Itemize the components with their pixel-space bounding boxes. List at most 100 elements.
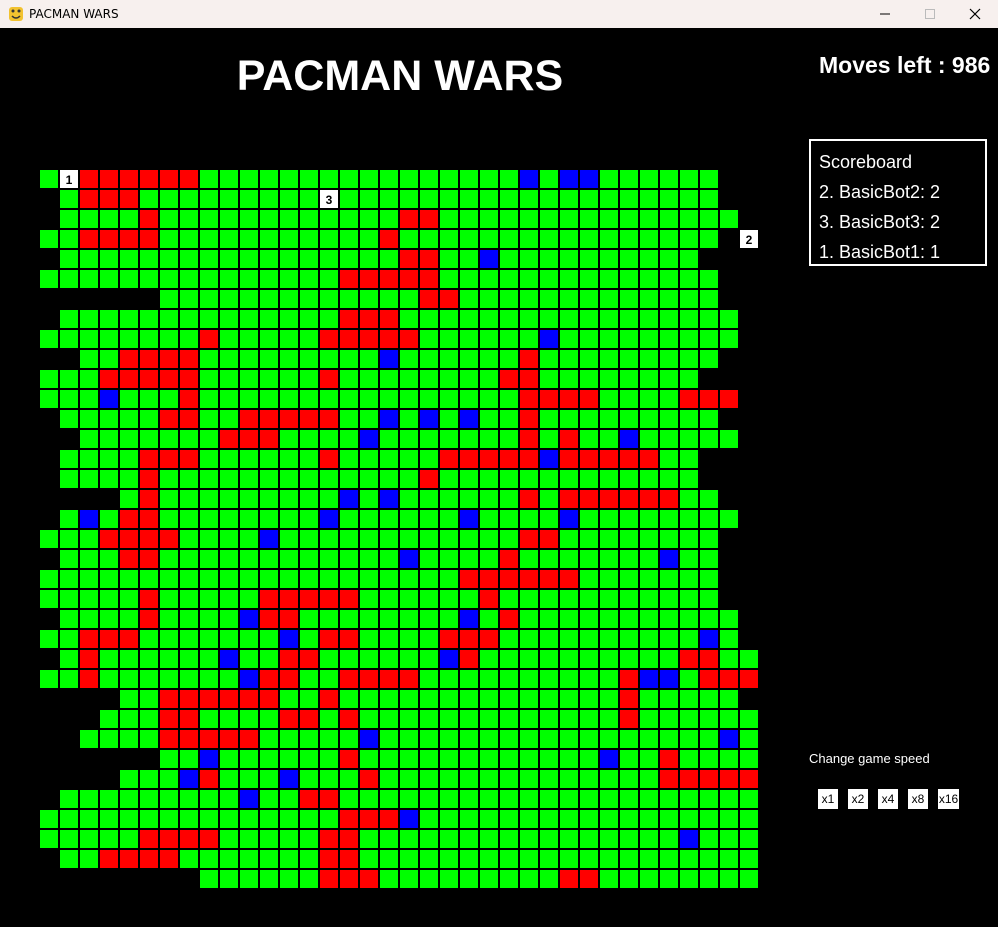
red-cell [498, 568, 520, 590]
speed-x16-button[interactable]: x16 [938, 789, 959, 809]
green-cell [38, 628, 60, 650]
green-cell [378, 168, 400, 190]
green-cell [498, 408, 520, 430]
green-cell [318, 528, 340, 550]
green-cell [498, 428, 520, 450]
green-cell [518, 868, 540, 890]
green-cell [378, 528, 400, 550]
red-cell [158, 528, 180, 550]
green-cell [478, 428, 500, 450]
green-cell [378, 728, 400, 750]
green-cell [218, 168, 240, 190]
green-cell [638, 828, 660, 850]
red-cell [238, 408, 260, 430]
green-cell [298, 188, 320, 210]
red-cell [178, 728, 200, 750]
green-cell [218, 788, 240, 810]
speed-x8-button[interactable]: x8 [908, 789, 928, 809]
red-cell [678, 648, 700, 670]
green-cell [638, 508, 660, 530]
green-cell [378, 468, 400, 490]
green-cell [278, 348, 300, 370]
red-cell [698, 648, 720, 670]
green-cell [378, 628, 400, 650]
green-cell [178, 668, 200, 690]
green-cell [198, 468, 220, 490]
green-cell [578, 268, 600, 290]
green-cell [638, 608, 660, 630]
green-cell [298, 768, 320, 790]
green-cell [438, 468, 460, 490]
green-cell [138, 668, 160, 690]
green-cell [318, 268, 340, 290]
green-cell [438, 388, 460, 410]
green-cell [598, 388, 620, 410]
blue-cell [218, 648, 240, 670]
green-cell [198, 188, 220, 210]
green-cell [498, 508, 520, 530]
green-cell [198, 448, 220, 470]
red-cell [98, 228, 120, 250]
green-cell [678, 248, 700, 270]
green-cell [538, 768, 560, 790]
red-cell [418, 288, 440, 310]
green-cell [698, 328, 720, 350]
speed-x4-button[interactable]: x4 [878, 789, 898, 809]
green-cell [658, 848, 680, 870]
green-cell [418, 548, 440, 570]
green-cell [638, 728, 660, 750]
green-cell [298, 328, 320, 350]
green-cell [198, 668, 220, 690]
green-cell [58, 308, 80, 330]
red-cell [658, 768, 680, 790]
green-cell [478, 228, 500, 250]
red-cell [238, 688, 260, 710]
green-cell [318, 748, 340, 770]
green-cell [198, 428, 220, 450]
green-cell [278, 468, 300, 490]
green-cell [678, 588, 700, 610]
green-cell [558, 848, 580, 870]
red-cell [358, 768, 380, 790]
green-cell [78, 588, 100, 610]
green-cell [518, 468, 540, 490]
green-cell [338, 648, 360, 670]
speed-x1-button[interactable]: x1 [818, 789, 838, 809]
green-cell [678, 848, 700, 870]
green-cell [378, 508, 400, 530]
green-cell [258, 488, 280, 510]
green-cell [418, 528, 440, 550]
green-cell [158, 288, 180, 310]
green-cell [638, 168, 660, 190]
green-cell [538, 288, 560, 310]
green-cell [198, 548, 220, 570]
green-cell [478, 688, 500, 710]
green-cell [498, 808, 520, 830]
red-cell [318, 408, 340, 430]
green-cell [498, 348, 520, 370]
green-cell [538, 228, 560, 250]
green-cell [218, 368, 240, 390]
red-cell [498, 548, 520, 570]
green-cell [718, 848, 740, 870]
green-cell [158, 428, 180, 450]
green-cell [338, 348, 360, 370]
green-cell [238, 708, 260, 730]
green-cell [158, 268, 180, 290]
green-cell [678, 308, 700, 330]
speed-x2-button[interactable]: x2 [848, 789, 868, 809]
red-cell [698, 668, 720, 690]
green-cell [238, 768, 260, 790]
green-cell [358, 288, 380, 310]
green-cell [538, 808, 560, 830]
green-cell [238, 748, 260, 770]
green-cell [178, 328, 200, 350]
green-cell [618, 268, 640, 290]
green-cell [558, 628, 580, 650]
green-cell [138, 728, 160, 750]
red-cell [458, 628, 480, 650]
green-cell [618, 188, 640, 210]
green-cell [118, 728, 140, 750]
green-cell [158, 808, 180, 830]
green-cell [298, 808, 320, 830]
